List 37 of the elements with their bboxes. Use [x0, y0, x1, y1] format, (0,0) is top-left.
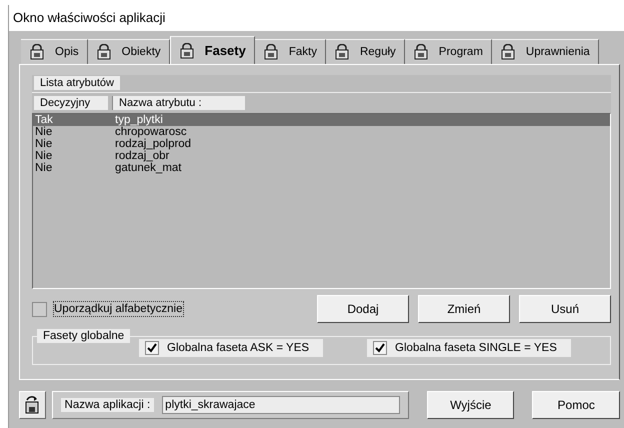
tab[interactable]: Program	[404, 39, 492, 64]
list-row[interactable]: Nie chropowarosc	[33, 126, 610, 138]
action-button[interactable]: Dodaj	[317, 295, 409, 323]
list-row[interactable]: Nie rodzaj_polprod	[33, 138, 610, 150]
check-icon	[375, 343, 386, 353]
padlock-icon	[500, 44, 516, 60]
padlock-icon	[24, 396, 40, 414]
check-icon	[147, 343, 157, 353]
action-button[interactable]: Zmień	[418, 295, 510, 323]
group-title: Fasety globalne	[37, 329, 130, 343]
padlock-icon	[96, 44, 112, 60]
padlock-icon	[412, 44, 429, 60]
list-title: Lista atrybutów	[34, 76, 120, 90]
column-header[interactable]: Decyzyjny	[34, 96, 108, 110]
action-button[interactable]: Usuń	[519, 295, 611, 323]
tab[interactable]: Fakty	[254, 39, 326, 64]
list-row[interactable]: Nie rodzaj_obr	[33, 150, 610, 162]
tab[interactable]: Obiekty	[88, 39, 170, 64]
window-title: Okno właściwości aplikacji	[9, 5, 624, 31]
padlock-icon	[29, 44, 45, 60]
column-header[interactable]: Nazwa atrybutu :	[112, 96, 245, 110]
tab[interactable]: Reguły	[326, 39, 405, 64]
footer-button[interactable]: Pomoc	[532, 391, 620, 419]
list-row[interactable]: Tak typ_plytki	[33, 114, 610, 126]
footer-button[interactable]: Wyjście	[426, 391, 514, 419]
padlock-icon	[178, 42, 195, 58]
tab[interactable]: Opis	[21, 39, 88, 64]
field-label: Nazwa aplikacji :	[60, 398, 154, 412]
padlock-icon	[334, 44, 350, 60]
padlock-icon	[262, 44, 279, 60]
save-button[interactable]	[19, 391, 46, 419]
app-name-field[interactable]: plytki_skrawajace	[162, 396, 400, 414]
list-row[interactable]: Nie gatunek_mat	[33, 162, 610, 174]
facet-checkbox[interactable]: Globalna faseta SINGLE = YES	[367, 339, 571, 357]
tab[interactable]: Uprawnienia	[492, 39, 599, 64]
facet-checkbox[interactable]: Globalna faseta ASK = YES	[139, 339, 324, 357]
tab[interactable]: Fasety	[170, 36, 255, 64]
